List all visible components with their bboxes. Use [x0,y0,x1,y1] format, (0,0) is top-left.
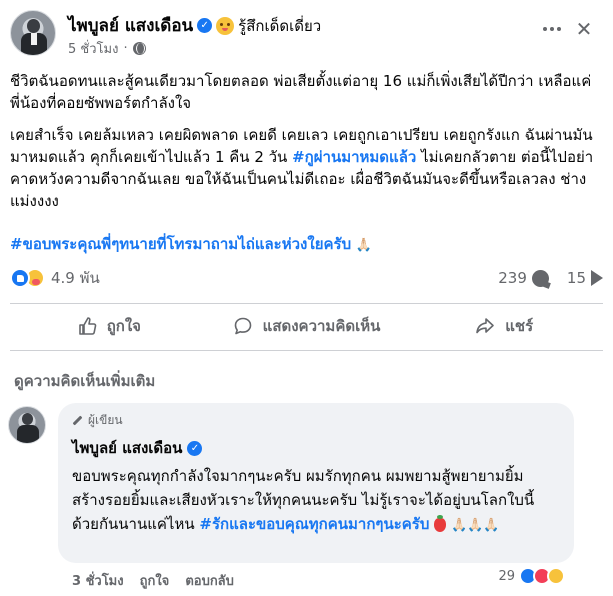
comment-icon [234,317,251,335]
post-body: ชีวิตฉันอดทนและสู้คนเดียวมาโดยตลอด พ่อเส… [10,70,601,222]
like-reaction-icon [10,268,30,288]
strawberry-emoji [434,514,447,532]
comment-author-name[interactable]: ไพบูลย์ แสงเดือน [72,436,182,460]
feeling-text: รู้สึกเด็ดเดี่ยว [238,16,322,35]
divider [10,350,603,351]
reactions-summary[interactable]: 4.9 พัน [10,266,100,290]
reaction-count: 4.9 พัน [51,269,100,287]
post-time[interactable]: 5 ชั่วโมง [68,38,118,59]
feeling-emoji-icon [216,16,235,35]
post-stats: 4.9 พัน 239 15 [10,262,603,294]
like-icon [78,317,97,335]
comment-author: ไพบูลย์ แสงเดือน ✓ [72,436,560,460]
hashtag-link[interactable]: #ขอบพระคุณพี่ๆทนายที่โทรมาถามไถ่และห่วงใ… [10,235,351,253]
comment-button[interactable]: แสดงความคิดเห็น [208,304,406,348]
more-options-button[interactable] [539,16,565,42]
pray-emoji: 🙏🏻🙏🏻🙏🏻 [450,518,500,533]
comment-count[interactable]: 239 [498,269,549,287]
comment-time[interactable]: 3 ชั่วโมง [72,570,124,591]
share-count-icon [591,270,603,286]
like-button[interactable]: ถูกใจ [10,304,208,348]
comment-text: ขอบพระคุณทุกกำลังใจมากๆนะครับ ผมรักทุกคน… [72,464,560,538]
author-avatar[interactable] [10,10,56,56]
comment-reactions[interactable]: 29 [498,567,565,585]
share-button[interactable]: แชร์ [405,304,603,348]
author-line: ไพบูลย์ แสงเดือน ✓ รู้สึกเด็ดเดี่ยว [68,12,321,39]
hashtag-link[interactable]: #กูผ่านมาหมดแล้ว [292,148,416,166]
comment-bubble: ผู้เขียน ไพบูลย์ แสงเดือน ✓ ขอบพระคุณทุก… [58,403,574,563]
pray-emoji: 🙏🏻 [355,238,373,253]
post-header: ไพบูลย์ แสงเดือน ✓ รู้สึกเด็ดเดี่ยว 5 ชั… [10,8,603,60]
share-count[interactable]: 15 [567,269,603,287]
close-icon[interactable]: ✕ [571,16,597,42]
post-paragraph-1: ชีวิตฉันอดทนและสู้คนเดียวมาโดยตลอด พ่อเส… [10,72,592,112]
comment-hashtag-link[interactable]: #รักและขอบคุณทุกคนมากๆนะครับ [199,515,429,533]
comment-actions: 3 ชั่วโมง ถูกใจ ตอบกลับ [72,570,234,591]
comment-like-button[interactable]: ถูกใจ [140,570,170,591]
verified-icon: ✓ [187,440,203,456]
pencil-icon [72,415,83,426]
post-action-bar: ถูกใจ แสดงความคิดเห็น แชร์ [10,304,603,348]
share-icon [476,318,495,334]
care-reaction-icon [547,567,565,585]
author-name[interactable]: ไพบูลย์ แสงเดือน [68,12,193,39]
author-badge: ผู้เขียน [72,411,560,430]
hashtag-line: #ขอบพระคุณพี่ๆทนายที่โทรมาถามไถ่และห่วงใ… [10,233,372,257]
comment-reply-button[interactable]: ตอบกลับ [185,570,234,591]
post-paragraph-2: เคยสำเร็จ เคยล้มเหลว เคยผิดพลาด เคยดี เค… [10,126,594,210]
comment-count-icon [531,269,549,287]
comment-reaction-count: 29 [498,568,515,584]
globe-icon [132,42,146,55]
view-more-comments-link[interactable]: ดูความคิดเห็นเพิ่มเติม [14,369,155,393]
post-meta: 5 ชั่วโมง · [68,38,146,59]
verified-icon: ✓ [197,18,213,33]
commenter-avatar[interactable] [8,406,46,444]
